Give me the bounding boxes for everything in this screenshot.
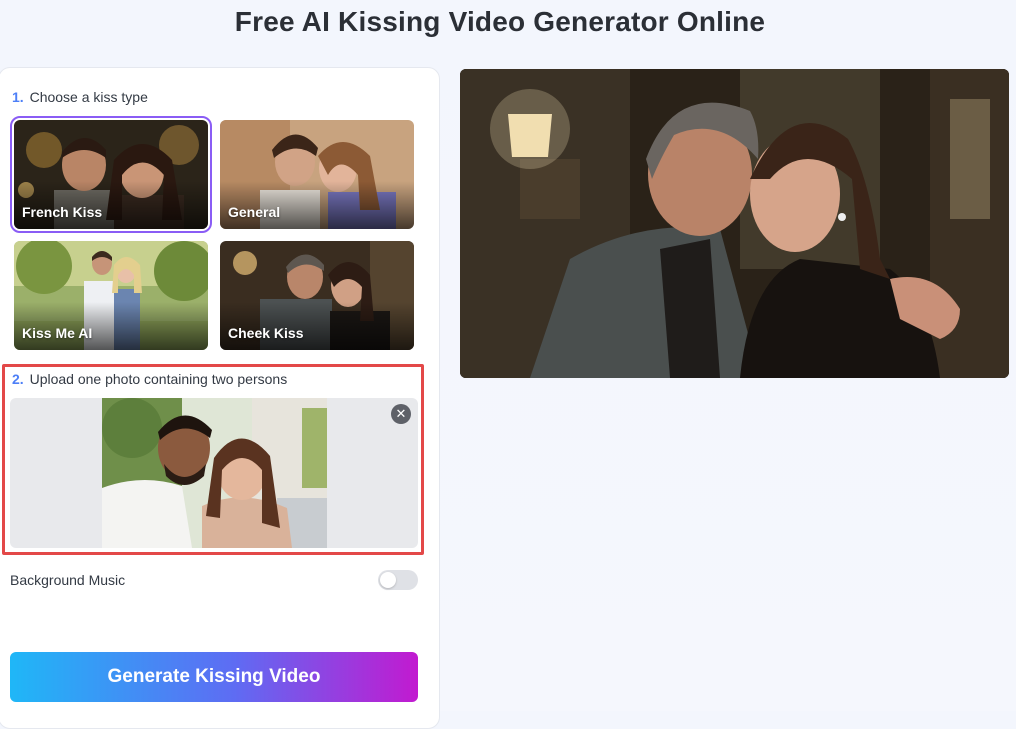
kiss-type-cheek-kiss[interactable]: Cheek Kiss xyxy=(220,241,414,350)
kiss-type-label: Kiss Me AI xyxy=(22,325,93,341)
step-1-label: 1. Choose a kiss type xyxy=(12,89,148,105)
background-music-label: Background Music xyxy=(10,572,126,588)
preview-image xyxy=(460,69,1009,378)
kiss-type-label: French Kiss xyxy=(22,204,103,220)
close-icon: ✕ xyxy=(395,406,407,421)
kiss-type-kiss-me-ai[interactable]: Kiss Me AI xyxy=(14,241,208,350)
kiss-type-label: Cheek Kiss xyxy=(228,325,304,341)
remove-photo-button[interactable]: ✕ xyxy=(391,404,411,424)
step-2-text: Upload one photo containing two persons xyxy=(29,371,288,387)
step-2-number: 2. xyxy=(12,371,24,387)
kiss-type-french-kiss[interactable]: French Kiss xyxy=(10,116,212,233)
preview-video[interactable] xyxy=(460,69,1009,378)
step-1-number: 1. xyxy=(12,89,24,105)
step-2-label: 2. Upload one photo containing two perso… xyxy=(12,371,287,387)
step-1-text: Choose a kiss type xyxy=(29,89,148,105)
generate-video-button[interactable]: Generate Kissing Video xyxy=(10,652,418,702)
uploaded-photo xyxy=(102,398,327,548)
kiss-type-label: General xyxy=(228,204,281,220)
background-music-toggle[interactable] xyxy=(378,570,418,590)
page-title: Free AI Kissing Video Generator Online xyxy=(234,6,766,37)
photo-upload-area[interactable] xyxy=(10,398,418,548)
toggle-knob xyxy=(380,572,396,588)
kiss-type-general[interactable]: General xyxy=(220,120,414,229)
